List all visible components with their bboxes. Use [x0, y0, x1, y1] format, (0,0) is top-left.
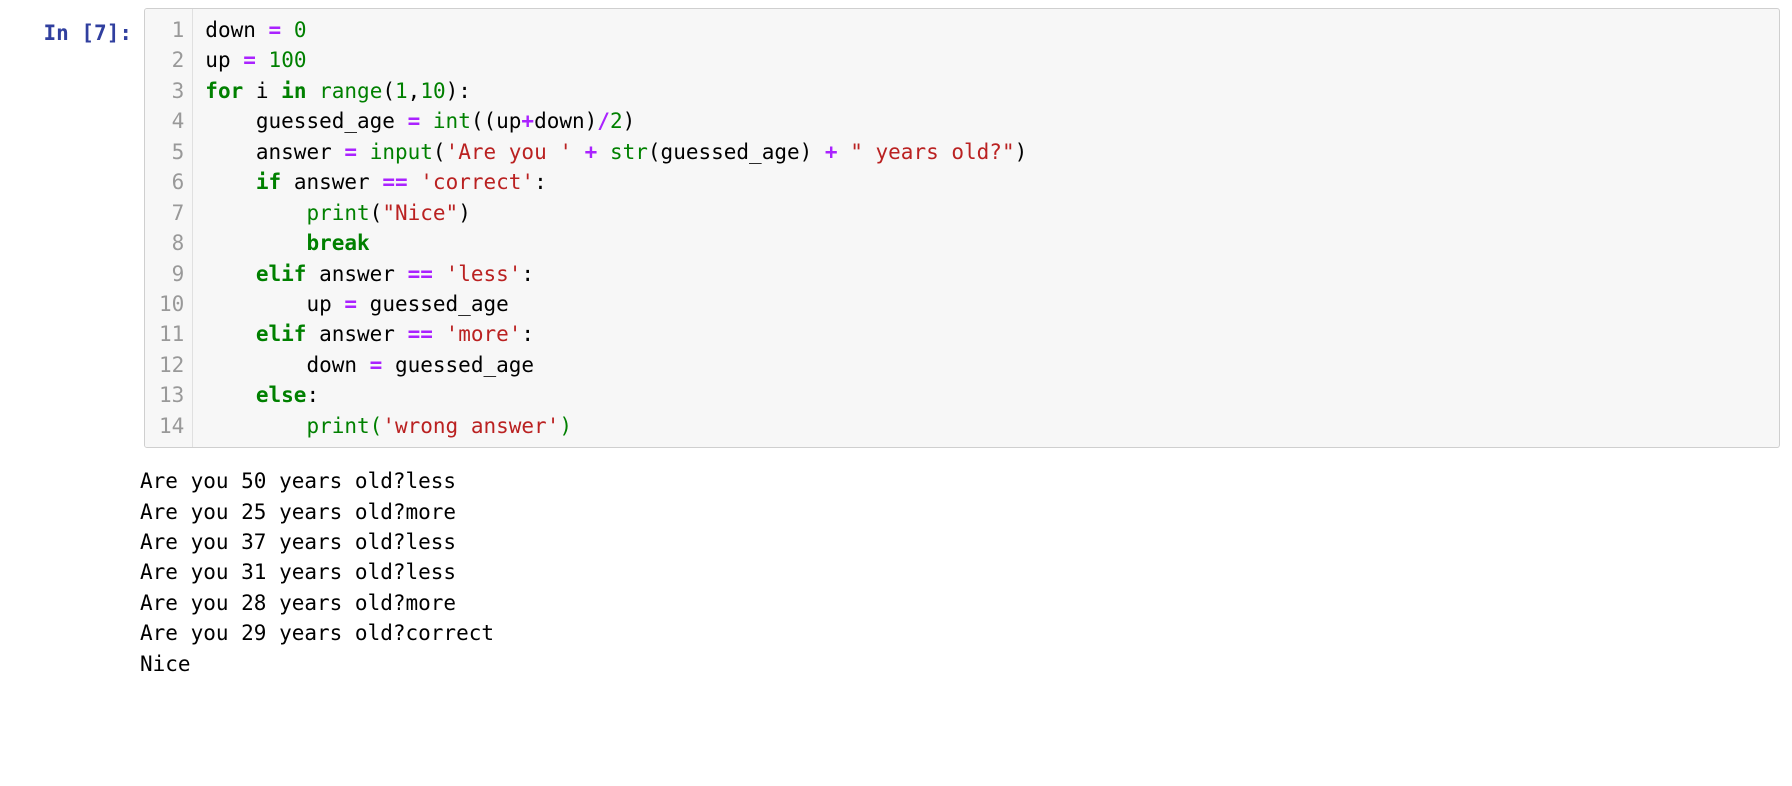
line-number: 6: [159, 167, 184, 197]
line-number: 10: [159, 289, 184, 319]
code-line[interactable]: down = guessed_age: [205, 350, 1767, 380]
input-area: 1234567891011121314 down = 0up = 100for …: [144, 8, 1780, 448]
code-line[interactable]: up = guessed_age: [205, 289, 1767, 319]
output-area: Are you 50 years old?less Are you 25 yea…: [0, 456, 1792, 687]
code-line[interactable]: elif answer == 'more':: [205, 319, 1767, 349]
input-prompt-label: In [7]:: [43, 21, 132, 45]
code-line[interactable]: guessed_age = int((up+down)/2): [205, 106, 1767, 136]
line-number: 12: [159, 350, 184, 380]
code-line[interactable]: answer = input('Are you ' + str(guessed_…: [205, 137, 1767, 167]
line-number: 9: [159, 259, 184, 289]
line-number: 3: [159, 76, 184, 106]
code-editor[interactable]: 1234567891011121314 down = 0up = 100for …: [144, 8, 1780, 448]
code-line[interactable]: for i in range(1,10):: [205, 76, 1767, 106]
code-line[interactable]: if answer == 'correct':: [205, 167, 1767, 197]
line-number: 2: [159, 45, 184, 75]
code-line[interactable]: print("Nice"): [205, 198, 1767, 228]
output-text: Are you 50 years old?less Are you 25 yea…: [132, 458, 1780, 679]
code-line[interactable]: else:: [205, 380, 1767, 410]
code-cell: In [7]: 1234567891011121314 down = 0up =…: [0, 0, 1792, 456]
line-number: 13: [159, 380, 184, 410]
code-line[interactable]: up = 100: [205, 45, 1767, 75]
line-number: 8: [159, 228, 184, 258]
line-number: 1: [159, 15, 184, 45]
code-line[interactable]: down = 0: [205, 15, 1767, 45]
code-content[interactable]: down = 0up = 100for i in range(1,10): gu…: [193, 9, 1779, 447]
line-number: 11: [159, 319, 184, 349]
input-prompt: In [7]:: [12, 8, 144, 48]
line-number-gutter: 1234567891011121314: [145, 9, 193, 447]
line-number: 5: [159, 137, 184, 167]
code-line[interactable]: break: [205, 228, 1767, 258]
line-number: 14: [159, 411, 184, 441]
code-line[interactable]: print('wrong answer'): [205, 411, 1767, 441]
output-prompt-spacer: [12, 458, 132, 679]
code-line[interactable]: elif answer == 'less':: [205, 259, 1767, 289]
line-number: 4: [159, 106, 184, 136]
line-number: 7: [159, 198, 184, 228]
